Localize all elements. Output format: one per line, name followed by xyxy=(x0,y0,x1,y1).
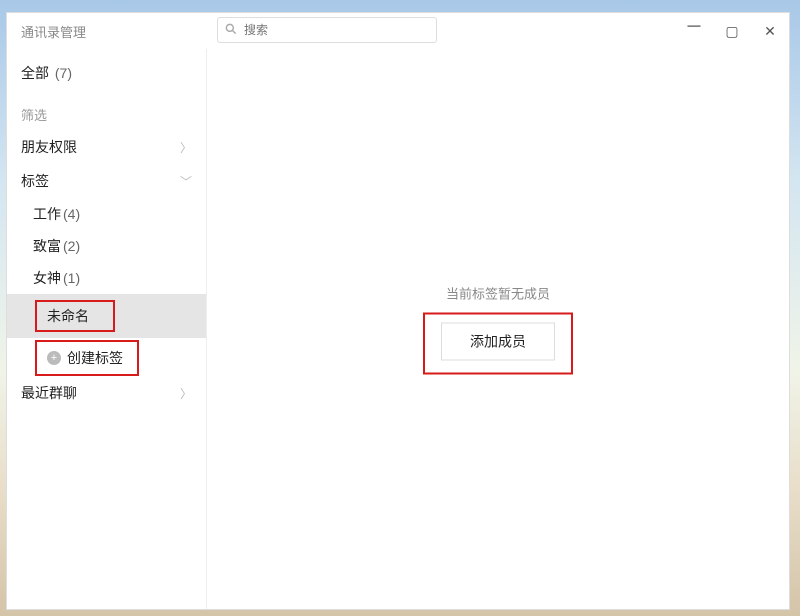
tag-item-label: 未命名 xyxy=(47,306,89,326)
tag-item-unnamed[interactable]: 未命名 xyxy=(7,294,206,338)
sidebar-item-friend-permission[interactable]: 朋友权限 〉 xyxy=(7,130,206,164)
chevron-down-icon: ﹀ xyxy=(180,173,192,190)
friend-perm-label: 朋友权限 xyxy=(21,137,77,157)
tag-item-goddess[interactable]: 女神 (1) xyxy=(7,262,206,294)
sidebar-item-recent-groups[interactable]: 最近群聊 〉 xyxy=(7,376,206,410)
search-input[interactable] xyxy=(217,17,437,43)
minimize-button[interactable]: － xyxy=(675,9,713,45)
sidebar-item-tags[interactable]: 标签 ﹀ xyxy=(7,164,206,198)
recent-group-label: 最近群聊 xyxy=(21,383,77,403)
highlight-box-add-member: 添加成员 xyxy=(423,313,573,375)
plus-icon: + xyxy=(47,351,61,365)
create-tag-label: 创建标签 xyxy=(67,348,123,368)
add-member-button[interactable]: 添加成员 xyxy=(441,323,555,361)
sidebar-item-all[interactable]: 全部 (7) xyxy=(7,53,206,93)
highlight-box-create: + 创建标签 xyxy=(35,340,139,376)
chevron-right-icon: 〉 xyxy=(180,385,192,402)
window-title: 通讯录管理 xyxy=(21,22,86,41)
tag-item-unnamed-inner: 未命名 xyxy=(37,302,113,330)
search-icon xyxy=(224,22,238,36)
tag-item-work[interactable]: 工作 (4) xyxy=(7,198,206,230)
create-tag-row[interactable]: + 创建标签 xyxy=(7,340,206,376)
filter-section-label: 筛选 xyxy=(7,93,206,130)
tag-item-rich[interactable]: 致富 (2) xyxy=(7,230,206,262)
all-label: 全部 xyxy=(21,65,49,81)
tag-item-label: 致富 xyxy=(33,236,61,256)
window-controls: － ▢ ✕ xyxy=(675,13,789,49)
app-window: 通讯录管理 － ▢ ✕ 全部 (7) 筛选 朋友权限 〉 标签 ﹀ xyxy=(6,12,790,610)
tag-item-count: (1) xyxy=(63,270,80,286)
tag-item-label: 女神 xyxy=(33,268,61,288)
content: 全部 (7) 筛选 朋友权限 〉 标签 ﹀ 工作 (4) 致富 (2) xyxy=(7,49,789,609)
empty-state-text: 当前标签暂无成员 xyxy=(423,284,573,303)
tag-list: 工作 (4) 致富 (2) 女神 (1) 未命名 xyxy=(7,198,206,376)
search-wrap xyxy=(217,17,437,43)
tag-item-count: (4) xyxy=(63,206,80,222)
sidebar: 全部 (7) 筛选 朋友权限 〉 标签 ﹀ 工作 (4) 致富 (2) xyxy=(7,49,207,609)
tag-item-label: 工作 xyxy=(33,204,61,224)
main-panel: 当前标签暂无成员 添加成员 xyxy=(207,49,789,609)
create-tag-inner: + 创建标签 xyxy=(37,342,137,374)
empty-state: 当前标签暂无成员 添加成员 xyxy=(423,284,573,375)
close-button[interactable]: ✕ xyxy=(751,13,789,49)
tag-item-count: (2) xyxy=(63,238,80,254)
tags-label: 标签 xyxy=(21,171,49,191)
all-count: (7) xyxy=(55,65,72,81)
maximize-button[interactable]: ▢ xyxy=(713,13,751,49)
chevron-right-icon: 〉 xyxy=(180,139,192,156)
highlight-box-unnamed: 未命名 xyxy=(35,300,115,332)
